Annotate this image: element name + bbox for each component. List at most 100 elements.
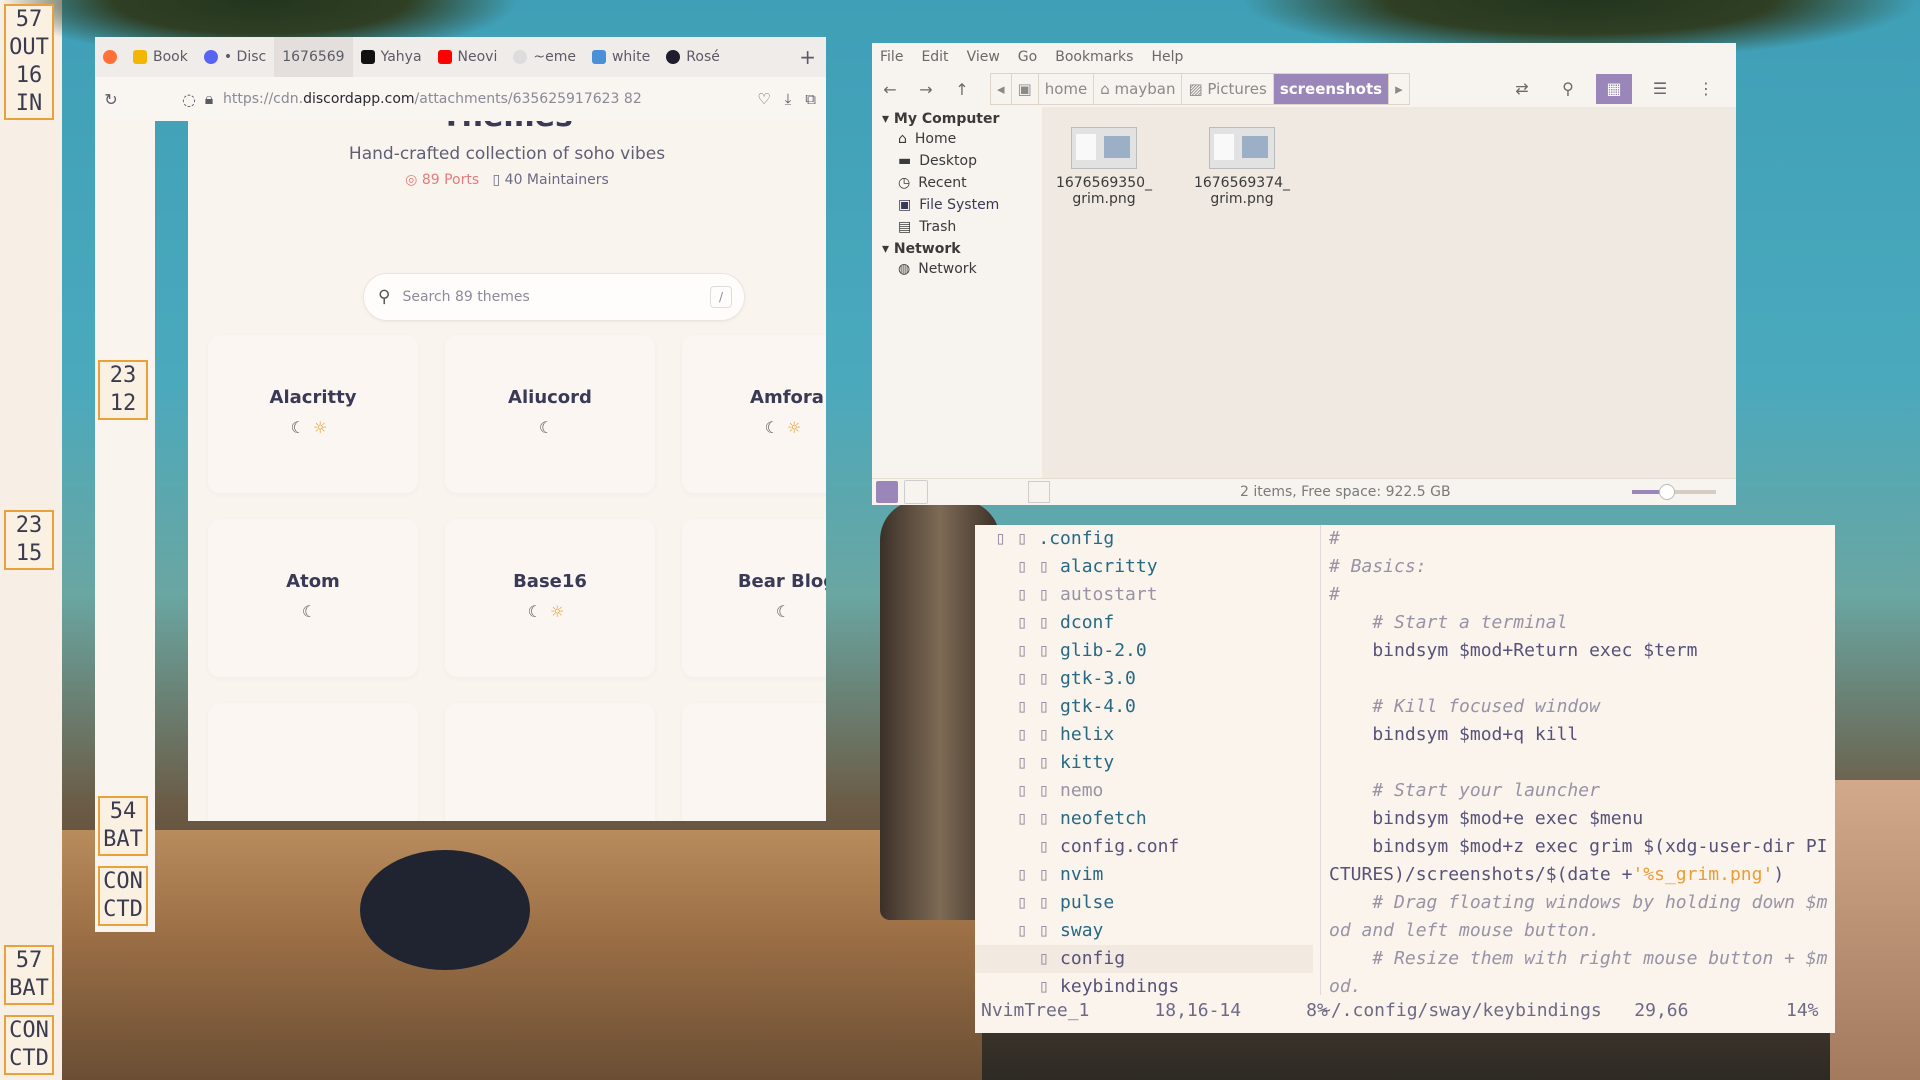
breadcrumb-pictures[interactable]: ▨ Pictures: [1182, 74, 1274, 104]
theme-card[interactable]: Amfora ☾☼: [682, 335, 826, 493]
code-line: # Kill focused window: [1329, 696, 1600, 717]
statusline: NvimTree_1 18,16-14 8% ~/.config/sway/ke…: [975, 997, 1835, 1025]
zoom-slider[interactable]: [1632, 484, 1716, 500]
sidebar-item-network[interactable]: ◍ Network: [898, 261, 1042, 277]
breadcrumb-home[interactable]: home: [1039, 74, 1095, 104]
tree-folder[interactable]: ▯ ▯ kitty: [975, 749, 1313, 777]
icon-view-button[interactable]: ▦: [1596, 74, 1632, 104]
tab-eme[interactable]: ~eme: [505, 37, 584, 77]
tree-folder[interactable]: ▯ ▯ autostart: [975, 581, 1313, 609]
tree-folder[interactable]: ▯ ▯ nvim: [975, 861, 1313, 889]
theme-card[interactable]: [682, 703, 826, 821]
theme-card[interactable]: Alacritty ☾☼: [208, 335, 418, 493]
show-places-button[interactable]: [876, 481, 898, 503]
tree-folder[interactable]: ▯ ▯ dconf: [975, 609, 1313, 637]
sidebar-item-home[interactable]: ⌂ Home: [898, 131, 1042, 147]
tree-folder[interactable]: ▯ ▯ glib-2.0: [975, 637, 1313, 665]
new-tab-button[interactable]: +: [799, 45, 816, 69]
toggle-location-icon[interactable]: ⇄: [1504, 74, 1540, 104]
menu-bookmarks[interactable]: Bookmarks: [1055, 49, 1133, 65]
menu-help[interactable]: Help: [1151, 49, 1183, 65]
breadcrumb-left-icon[interactable]: ◂: [991, 74, 1012, 104]
back-icon[interactable]: ←: [872, 80, 908, 99]
tree-folder[interactable]: ▯ ▯ .config: [975, 525, 1313, 553]
breadcrumb-user[interactable]: ⌂ mayban: [1094, 74, 1183, 104]
tree-indent: ▯ ▯: [995, 864, 1061, 885]
tree-folder[interactable]: ▯ ▯ helix: [975, 721, 1313, 749]
download-icon[interactable]: ⤓: [785, 90, 792, 108]
file-item[interactable]: 1676569374_ grim.png: [1192, 107, 1292, 207]
tree-folder[interactable]: ▯ ▯ neofetch: [975, 805, 1313, 833]
tab-favicon: [203, 50, 218, 64]
theme-title: Amfora: [750, 387, 824, 408]
page-header: Themes Hand-crafted collection of soho v…: [188, 121, 826, 188]
desktop-icon: ▬: [898, 153, 912, 169]
show-tree-button[interactable]: [904, 480, 928, 504]
theme-card[interactable]: [445, 703, 655, 821]
maintainers-count[interactable]: 40 Maintainers: [505, 172, 609, 188]
file-item[interactable]: 1676569350_ grim.png: [1054, 107, 1154, 207]
compact-view-button[interactable]: ⋮: [1688, 74, 1724, 104]
zoom-knob[interactable]: [1658, 484, 1675, 500]
menu-view[interactable]: View: [967, 49, 1000, 65]
tree-folder[interactable]: ▯ ▯ sway: [975, 917, 1313, 945]
battery-module: 57 BAT: [4, 945, 54, 1005]
forward-icon[interactable]: →: [908, 80, 944, 99]
sidebar-item-desktop[interactable]: ▬ Desktop: [898, 153, 1042, 169]
theme-card[interactable]: [208, 703, 418, 821]
breadcrumb-screenshots[interactable]: screenshots: [1273, 74, 1390, 104]
ports-count[interactable]: 89 Ports: [422, 172, 479, 188]
menu-file[interactable]: File: [880, 49, 903, 65]
tab-discord[interactable]: • Disc: [196, 37, 274, 77]
wallpaper-buildings: [1830, 780, 1920, 1080]
mode-icons: ☾☼: [527, 602, 573, 621]
tree-entry-label: .config: [1038, 528, 1115, 549]
tree-file[interactable]: ▯ config: [975, 945, 1313, 973]
tree-folder[interactable]: ▯ ▯ nemo: [975, 777, 1313, 805]
tree-folder[interactable]: ▯ ▯ gtk-3.0: [975, 665, 1313, 693]
extensions-icon[interactable]: ⧉: [805, 90, 816, 108]
hide-sidebar-button[interactable]: [1028, 481, 1050, 503]
sidebar-item-recent[interactable]: ◷ Recent: [898, 175, 1042, 191]
search-icon: ⚲: [378, 287, 391, 307]
theme-card[interactable]: Atom ☾: [208, 519, 418, 677]
drive-icon[interactable]: ▣: [1012, 74, 1039, 104]
shield-icon[interactable]: ◌: [179, 90, 199, 109]
tab-yahya[interactable]: Yahya: [353, 37, 430, 77]
tree-file[interactable]: ▯ config.conf: [975, 833, 1313, 861]
tab-neovim[interactable]: Neovi: [430, 37, 506, 77]
tree-folder[interactable]: ▯ ▯ alacritty: [975, 553, 1313, 581]
network-heading[interactable]: ▾ Network: [882, 241, 1042, 257]
search-placeholder: Search 89 themes: [402, 289, 530, 305]
menu-go[interactable]: Go: [1018, 49, 1037, 65]
tree-folder[interactable]: ▯ ▯ pulse: [975, 889, 1313, 917]
url-input[interactable]: https://cdn.discordapp.com/attachments/6…: [223, 91, 643, 107]
theme-card[interactable]: Base16 ☾☼: [445, 519, 655, 677]
menu-edit[interactable]: Edit: [921, 49, 948, 65]
code-buffer[interactable]: # # Basics: # # Start a terminal bindsym $…: [1320, 525, 1836, 997]
pocket-icon[interactable]: ♡: [757, 90, 770, 108]
search-shortcut: /: [710, 286, 732, 308]
sidebar-item-filesystem[interactable]: ▣ File System: [898, 197, 1042, 213]
theme-card[interactable]: Bear Blog ☾: [682, 519, 826, 677]
tab-image[interactable]: 1676569: [274, 37, 353, 77]
tab-white[interactable]: white: [584, 37, 658, 77]
up-icon[interactable]: ↑: [944, 80, 980, 99]
theme-card[interactable]: Aliucord ☾: [445, 335, 655, 493]
tab-favicon: [437, 50, 452, 64]
search-input[interactable]: ⚲ Search 89 themes /: [363, 273, 745, 321]
breadcrumb: ◂ ▣ home ⌂ mayban ▨ Pictures screenshots…: [990, 73, 1410, 105]
my-computer-heading[interactable]: ▾ My Computer: [882, 111, 1042, 127]
search-icon[interactable]: ⚲: [1550, 74, 1586, 104]
list-view-button[interactable]: ☰: [1642, 74, 1678, 104]
code-line: bindsym $mod+q kill: [1329, 724, 1579, 745]
breadcrumb-right-icon[interactable]: ▸: [1389, 74, 1409, 104]
tree-indent: ▯ ▯: [995, 920, 1061, 941]
sidebar-item-trash[interactable]: ▤ Trash: [898, 219, 1042, 235]
clock-hours: 23: [15, 513, 43, 538]
lock-icon[interactable]: 🔒︎: [199, 89, 219, 109]
neovim-window: ▯ ▯ .config ▯ ▯ alacritty ▯ ▯ autostart …: [975, 525, 1835, 1033]
theme-title: Alacritty: [269, 387, 357, 408]
tab-rose[interactable]: Rosé: [658, 37, 728, 77]
tree-folder[interactable]: ▯ ▯ gtk-4.0: [975, 693, 1313, 721]
